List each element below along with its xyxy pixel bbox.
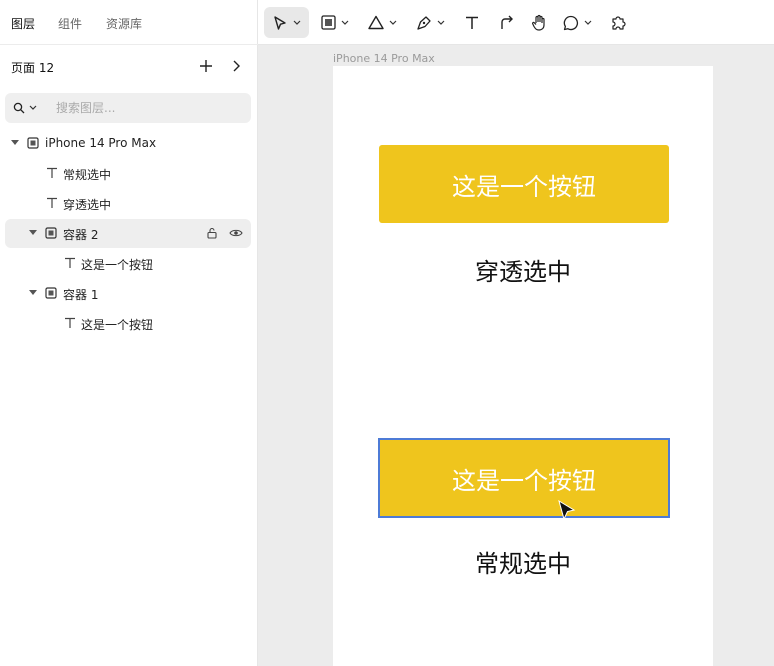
layers-panel: 图层 组件 资源库 页面 12 iPhone 14 Pro Max 常规选中 穿… xyxy=(0,0,258,666)
triangle-icon xyxy=(367,15,384,30)
connector-icon xyxy=(501,15,513,29)
canvas[interactable]: iPhone 14 Pro Max 这是一个按钮 穿透选中 这是一个按钮 常规选… xyxy=(258,45,774,666)
plugin-tool-button[interactable] xyxy=(603,7,633,38)
layer-item-text-normal[interactable]: 常规选中 xyxy=(5,159,251,188)
chevron-down-icon xyxy=(389,20,396,25)
rectangle-icon xyxy=(321,15,336,30)
text-icon xyxy=(63,316,77,330)
plus-icon xyxy=(200,60,212,72)
search-icon[interactable] xyxy=(13,102,25,114)
hand-tool-button[interactable] xyxy=(524,7,554,38)
mouse-cursor-icon xyxy=(558,500,576,521)
eye-icon[interactable] xyxy=(229,226,243,240)
comment-tool-button[interactable] xyxy=(557,7,597,38)
connector-tool-button[interactable] xyxy=(492,7,522,38)
puzzle-icon xyxy=(611,16,626,30)
chevron-down-icon xyxy=(293,20,301,25)
comment-icon xyxy=(563,15,578,30)
layer-item-iphone-frame[interactable]: iPhone 14 Pro Max xyxy=(5,129,251,158)
layer-search xyxy=(5,93,251,123)
frame-icon xyxy=(44,286,58,300)
hand-icon xyxy=(532,14,545,31)
tab-components[interactable]: 组件 xyxy=(58,15,82,32)
frame-icon xyxy=(26,136,40,150)
toolbar xyxy=(258,0,774,45)
caption-normal-select[interactable]: 常规选中 xyxy=(333,544,713,579)
chevron-down-icon xyxy=(341,20,349,25)
layer-label: 穿透选中 xyxy=(63,198,112,212)
layer-item-container-1[interactable]: 容器 1 xyxy=(5,279,251,308)
shape-tool-button[interactable] xyxy=(362,7,402,38)
text-icon xyxy=(466,16,478,29)
text-tool-button[interactable] xyxy=(457,7,487,38)
tab-layers[interactable]: 图层 xyxy=(11,15,35,32)
chevron-down-icon xyxy=(584,20,591,25)
text-icon xyxy=(45,166,59,180)
page-header: 页面 12 xyxy=(0,45,258,89)
layer-item-button-text-1[interactable]: 这是一个按钮 xyxy=(5,309,251,338)
tab-assets[interactable]: 资源库 xyxy=(106,15,142,32)
search-input[interactable] xyxy=(56,99,242,117)
button-label: 这是一个按钮 xyxy=(452,466,596,495)
caret-down-icon[interactable] xyxy=(11,139,19,147)
unlock-icon[interactable] xyxy=(205,226,219,240)
layer-label: 容器 2 xyxy=(63,228,99,242)
layer-label: 这是一个按钮 xyxy=(81,318,154,332)
expand-pages-button[interactable] xyxy=(226,56,246,76)
chevron-down-icon[interactable] xyxy=(29,105,37,111)
pen-icon xyxy=(416,15,431,30)
layer-label: 容器 1 xyxy=(63,288,99,302)
layer-label: 常规选中 xyxy=(63,168,112,182)
caret-down-icon[interactable] xyxy=(29,289,37,297)
iphone-frame[interactable]: 这是一个按钮 穿透选中 这是一个按钮 常规选中 xyxy=(333,66,713,666)
pointer-icon xyxy=(274,15,286,30)
chevron-right-icon xyxy=(233,60,240,72)
page-title[interactable]: 页面 12 xyxy=(11,59,54,76)
add-page-button[interactable] xyxy=(196,56,216,76)
text-icon xyxy=(63,256,77,270)
layer-label: 这是一个按钮 xyxy=(81,258,154,272)
caption-penetrate-select[interactable]: 穿透选中 xyxy=(333,252,713,287)
button-container-2[interactable]: 这是一个按钮 xyxy=(379,145,669,223)
caret-down-icon[interactable] xyxy=(29,229,37,237)
pen-tool-button[interactable] xyxy=(410,7,450,38)
move-tool-button[interactable] xyxy=(264,7,309,38)
button-container-1-selected[interactable]: 这是一个按钮 xyxy=(378,438,670,518)
chevron-down-icon xyxy=(437,20,444,25)
text-icon xyxy=(45,196,59,210)
frame-label[interactable]: iPhone 14 Pro Max xyxy=(333,52,435,65)
button-label: 这是一个按钮 xyxy=(452,172,596,201)
rectangle-tool-button[interactable] xyxy=(315,7,355,38)
layer-item-container-2[interactable]: 容器 2 xyxy=(5,219,251,248)
panel-tabs: 图层 组件 资源库 xyxy=(0,0,258,45)
layer-item-button-text-2[interactable]: 这是一个按钮 xyxy=(5,249,251,278)
layer-label: iPhone 14 Pro Max xyxy=(45,136,157,150)
layer-item-text-penetrate[interactable]: 穿透选中 xyxy=(5,189,251,218)
frame-icon xyxy=(44,226,58,240)
